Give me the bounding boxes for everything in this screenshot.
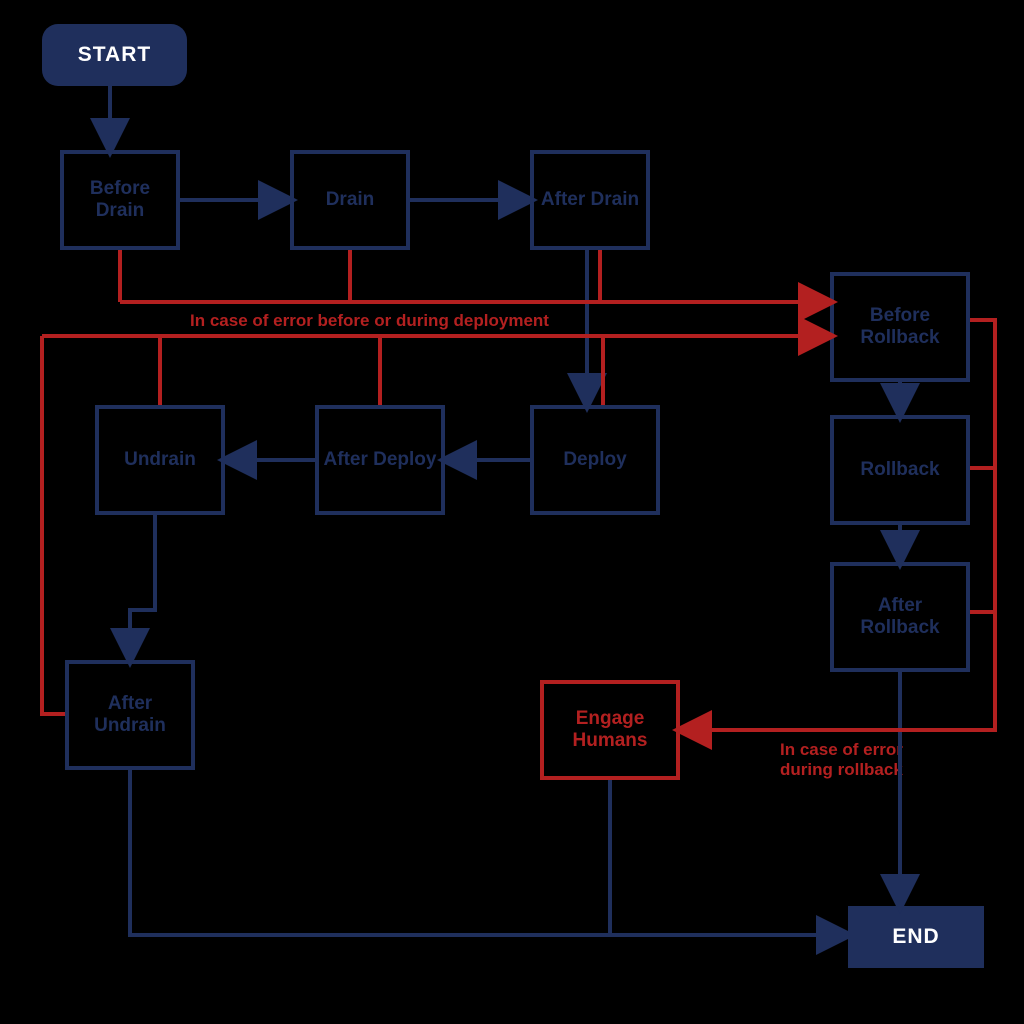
end-terminal: END xyxy=(848,906,984,968)
node-rollback: Rollback xyxy=(830,415,970,525)
start-terminal: START xyxy=(42,24,187,86)
node-drain: Drain xyxy=(290,150,410,250)
label-error-rollback: In case of error during rollback xyxy=(780,740,940,779)
node-before-drain: Before Drain xyxy=(60,150,180,250)
flowchart: START END Before Drain Drain After Drain… xyxy=(0,0,1024,1024)
node-deploy: Deploy xyxy=(530,405,660,515)
node-undrain: Undrain xyxy=(95,405,225,515)
node-after-deploy: After Deploy xyxy=(315,405,445,515)
node-after-undrain: After Undrain xyxy=(65,660,195,770)
node-after-drain: After Drain xyxy=(530,150,650,250)
node-after-rollback: After Rollback xyxy=(830,562,970,672)
node-engage-humans: Engage Humans xyxy=(540,680,680,780)
node-before-rollback: Before Rollback xyxy=(830,272,970,382)
label-error-deploy: In case of error before or during deploy… xyxy=(190,311,549,331)
